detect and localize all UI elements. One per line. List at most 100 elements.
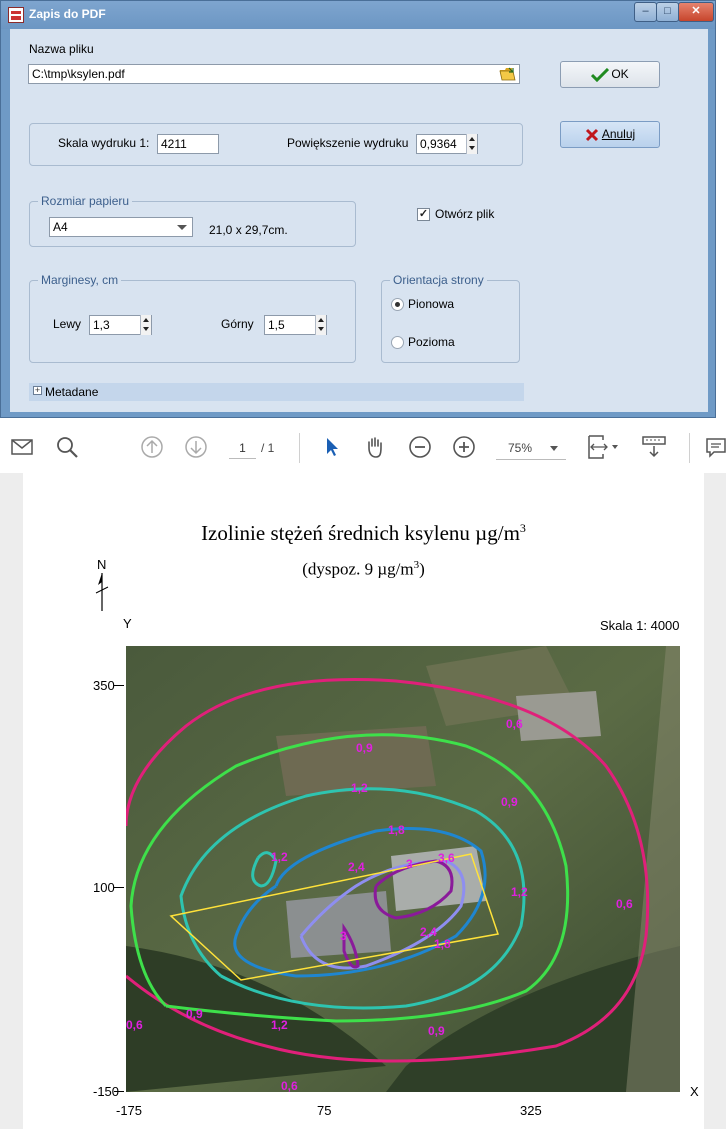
comment-icon [706, 438, 726, 458]
y-tick-label: 350 [93, 678, 115, 693]
title-bar[interactable]: Zapis do PDF – □ ✕ [1, 1, 715, 29]
contour-label: 0,9 [428, 1024, 445, 1038]
contour-label: 3 [406, 857, 413, 871]
y-tick [114, 887, 124, 888]
zoom-value: 75% [508, 441, 533, 455]
portrait-radio[interactable] [391, 298, 404, 311]
ok-label: OK [611, 67, 629, 81]
contour-label: 2,4 [348, 860, 365, 874]
scale-text: Skala 1: 4000 [600, 618, 680, 633]
contour-label: 0,6 [616, 897, 633, 911]
contour-label: 0,6 [506, 717, 523, 731]
contour-label: 0,9 [501, 795, 518, 809]
x-tick-label: -175 [116, 1103, 143, 1118]
toolbar-separator [299, 433, 300, 463]
pdf-save-dialog: Zapis do PDF – □ ✕ Nazwa pliku C:\tmp\ks… [0, 0, 716, 418]
y-tick [114, 1091, 124, 1092]
chevron-down-icon [177, 225, 187, 230]
paper-size-select[interactable]: A4 [49, 217, 193, 237]
file-name-input[interactable]: C:\tmp\ksylen.pdf [28, 64, 520, 84]
envelope-icon [11, 439, 33, 455]
email-button[interactable] [9, 434, 35, 460]
cursor-arrow-icon [327, 438, 338, 456]
hand-tool-button[interactable] [362, 434, 388, 460]
contour-map-svg: 0,6 0,6 0,6 0,6 0,9 0,9 0,9 0,9 1,2 1,2 … [126, 646, 680, 1092]
zoom-label: Powiększenie wydruku [287, 136, 409, 150]
scroll-mode-button[interactable] [641, 434, 667, 460]
prev-page-button[interactable] [139, 434, 165, 460]
scale-group: Skala wydruku 1: 4211 Powiększenie wydru… [29, 123, 523, 166]
arrow-up-circle-icon [141, 436, 163, 458]
y-axis-label: Y [123, 616, 132, 631]
minus-circle-icon [409, 436, 431, 458]
cancel-button[interactable]: Anuluj [560, 121, 660, 148]
paper-size-legend: Rozmiar papieru [38, 194, 133, 208]
contour-label: 0,9 [186, 1007, 203, 1021]
dialog-client: Nazwa pliku C:\tmp\ksylen.pdf Skala wydr… [10, 29, 708, 412]
contour-label: 1,2 [271, 1018, 288, 1032]
paper-size-value: A4 [53, 220, 68, 234]
next-page-button[interactable] [183, 434, 209, 460]
chevron-down-icon [550, 446, 558, 451]
checkmark-icon [591, 67, 610, 82]
paper-dimensions: 21,0 x 29,7cm. [209, 223, 288, 237]
plus-circle-icon [453, 436, 475, 458]
metadata-expander[interactable]: + Metadane [29, 383, 524, 401]
contour-map: 0,6 0,6 0,6 0,6 0,9 0,9 0,9 0,9 1,2 1,2 … [126, 646, 680, 1092]
document-title: Izolinie stężeń średnich ksylenu µg/m3 [23, 521, 704, 546]
search-button[interactable] [54, 434, 80, 460]
contour-label: 1,8 [388, 823, 405, 837]
left-margin-spinner[interactable] [140, 315, 151, 335]
x-tick-label: 325 [520, 1103, 542, 1118]
comment-button[interactable] [704, 434, 726, 460]
zoom-select[interactable]: 75% [496, 436, 566, 460]
dialog-title: Zapis do PDF [29, 7, 106, 21]
minimize-button[interactable]: – [634, 2, 657, 22]
document-title-sup: 3 [519, 521, 526, 535]
contour-label: 3,6 [438, 851, 455, 865]
portrait-label: Pionowa [408, 297, 455, 311]
contour-label: 1,2 [271, 850, 288, 864]
y-tick [114, 685, 124, 686]
ok-button[interactable]: OK [560, 61, 660, 88]
top-margin-spinner[interactable] [315, 315, 326, 335]
open-file-label: Otwórz plik [435, 207, 495, 221]
contour-label: 2,4 [420, 925, 437, 939]
cancel-label: Anuluj [601, 127, 636, 141]
browse-folder-button[interactable] [499, 66, 517, 82]
open-file-checkbox[interactable]: ✓ [417, 208, 430, 221]
document-subtitle: (dyspoz. 9 µg/m3) [23, 559, 704, 580]
pdf-viewer-toolbar: 1 / 1 75% [0, 423, 726, 473]
north-arrow-icon [95, 573, 109, 611]
expand-plus-icon: + [33, 385, 42, 395]
top-margin-label: Górny [221, 317, 254, 331]
page-total: / 1 [261, 441, 275, 455]
orientation-legend: Orientacja strony [390, 273, 487, 287]
page-number-input[interactable]: 1 [229, 437, 256, 459]
close-button[interactable]: ✕ [678, 2, 714, 22]
zoom-out-button[interactable] [407, 434, 433, 460]
fit-width-icon [588, 435, 618, 459]
select-tool-button[interactable] [319, 434, 345, 460]
landscape-radio[interactable] [391, 336, 404, 349]
arrow-down-circle-icon [185, 436, 207, 458]
contour-label: 1,8 [434, 937, 451, 951]
orientation-group: Orientacja strony Pionowa Pozioma [381, 273, 520, 363]
scroll-down-icon [642, 436, 666, 458]
maximize-button[interactable]: □ [656, 2, 679, 22]
scale-input[interactable]: 4211 [157, 134, 219, 154]
zoom-in-button[interactable] [451, 434, 477, 460]
document-title-text: Izolinie stężeń średnich ksylenu µg/m [201, 521, 520, 545]
cross-icon [585, 128, 598, 141]
x-tick-label: 75 [317, 1103, 332, 1118]
contour-label: 0,9 [356, 741, 373, 755]
north-label: N [97, 557, 107, 572]
y-tick-label: 100 [93, 880, 115, 895]
metadata-label: Metadane [45, 385, 99, 399]
left-margin-label: Lewy [53, 317, 82, 331]
app-icon [8, 7, 24, 23]
zoom-spinner[interactable] [466, 134, 477, 154]
document-subtitle-text: (dyspoz. 9 µg/m [302, 559, 414, 579]
fit-page-button[interactable] [585, 434, 621, 460]
contour-label: 0,6 [281, 1079, 298, 1092]
